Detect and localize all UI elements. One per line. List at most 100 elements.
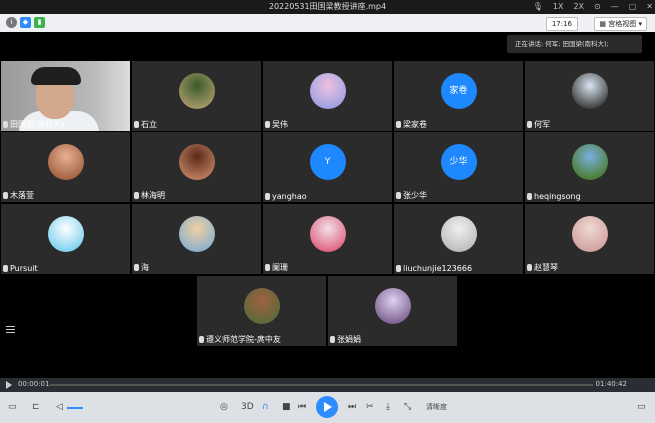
fullscreen-icon[interactable]: ▭ <box>637 401 646 413</box>
participant-name: yanghao <box>265 192 307 201</box>
mic-icon <box>265 121 270 128</box>
participant-tile[interactable]: Yyanghao <box>263 132 392 202</box>
meeting-topbar: i ◆ ▮ 17:16 ▦ 宫格视图 ▾ <box>0 14 655 32</box>
participant-name: 石立 <box>134 119 157 130</box>
participant-name-text: 张少华 <box>403 191 427 200</box>
participant-tile[interactable]: heqingsong <box>525 132 654 202</box>
participant-name-text: 田国梁(南科大) <box>10 120 65 129</box>
mic-icon <box>3 121 8 128</box>
participant-avatar <box>571 216 608 252</box>
chevron-down-icon: ▾ <box>638 20 642 28</box>
mic-icon <box>3 265 8 272</box>
info-icon[interactable]: i <box>6 17 17 28</box>
participant-name-text: 遵义师范学院-庹中友 <box>206 335 281 344</box>
volume-slider[interactable] <box>67 407 83 409</box>
download-icon[interactable]: ⤓ <box>386 401 390 413</box>
participant-tile[interactable]: 石立 <box>132 61 261 131</box>
meeting-timer: 17:16 <box>545 17 578 31</box>
participant-tile[interactable]: 遵义师范学院-庹中友 <box>197 276 326 346</box>
quality-label[interactable]: 清晰度 <box>426 401 447 413</box>
participant-tile[interactable]: 吴伟 <box>263 61 392 131</box>
participant-tile[interactable]: 田国梁(南科大) <box>1 61 130 131</box>
participant-avatar: 少华 <box>440 144 477 180</box>
mic-icon <box>199 336 204 343</box>
participant-name-text: 梁家卷 <box>403 120 427 129</box>
mic-icon <box>134 192 139 199</box>
total-time: 01:40:42 <box>595 380 627 388</box>
participant-tile[interactable]: liuchunjie123666 <box>394 204 523 274</box>
speaking-indicator: 正在讲话: 何军; 田国梁(南科大); <box>507 35 642 53</box>
menu-icon[interactable] <box>6 326 15 333</box>
next-icon[interactable]: ⏭ <box>348 401 356 413</box>
participant-tile[interactable]: 海 <box>132 204 261 274</box>
participant-avatar <box>47 216 84 252</box>
participant-avatar: 家卷 <box>440 73 477 109</box>
current-time: 00:00:01 <box>18 380 50 388</box>
participant-name: 张少华 <box>396 190 427 201</box>
participant-tile[interactable]: 木落萱 <box>1 132 130 202</box>
participant-avatar <box>309 73 346 109</box>
play-icon <box>324 402 332 412</box>
view-mode-dropdown[interactable]: ▦ 宫格视图 ▾ <box>594 17 647 31</box>
participant-avatar: Y <box>309 144 346 180</box>
participant-tile[interactable]: 林海明 <box>132 132 261 202</box>
headphone-icon[interactable]: ∩ <box>262 401 269 413</box>
eye-icon[interactable]: ◎ <box>220 401 228 413</box>
3d-icon[interactable]: 3D <box>241 401 254 413</box>
speed-1x[interactable]: 1X <box>553 0 564 14</box>
speed-2x[interactable]: 2X <box>573 0 584 14</box>
play-button[interactable] <box>316 396 338 418</box>
participant-avatar <box>374 288 411 324</box>
participant-tile[interactable]: Pursuit <box>1 204 130 274</box>
participant-tile[interactable]: 何军 <box>525 61 654 131</box>
participant-name-text: 阑珊 <box>272 263 288 272</box>
participant-avatar <box>178 144 215 180</box>
mic-icon[interactable]: 🎙 <box>533 0 543 14</box>
folder-icon[interactable]: ▭ <box>8 401 17 413</box>
participant-name-text: 张娟娟 <box>337 335 361 344</box>
participant-name-text: 海 <box>141 263 149 272</box>
maximize-icon[interactable]: ▢ <box>629 0 637 14</box>
participant-name: 海 <box>134 262 149 273</box>
participant-name-text: liuchunjie123666 <box>403 264 473 273</box>
cut-icon[interactable]: ✂ <box>366 401 374 413</box>
title-controls: 🎙 1X 2X ⊙ — ▢ ✕ <box>533 0 653 14</box>
participant-name-text: 赵慧琴 <box>534 263 558 272</box>
participant-avatar <box>178 216 215 252</box>
close-icon[interactable]: ✕ <box>646 0 653 14</box>
participant-tile[interactable]: 张娟娟 <box>328 276 457 346</box>
participant-tile[interactable]: 少华张少华 <box>394 132 523 202</box>
volume-icon[interactable]: ◁ <box>56 401 63 413</box>
open-file-icon[interactable]: ⊏ <box>32 401 40 413</box>
participant-avatar <box>571 73 608 109</box>
participant-name-text: 林海明 <box>141 191 165 200</box>
play-small-icon[interactable] <box>6 381 12 389</box>
seek-bar[interactable] <box>50 384 593 386</box>
participant-tile[interactable]: 家卷梁家卷 <box>394 61 523 131</box>
participant-name-text: 何军 <box>534 120 550 129</box>
participant-name: 阑珊 <box>265 262 288 273</box>
participant-tile[interactable]: 赵慧琴 <box>525 204 654 274</box>
mic-icon <box>134 121 139 128</box>
shield-icon[interactable]: ◆ <box>20 17 31 28</box>
participant-tile[interactable]: 阑珊 <box>263 204 392 274</box>
pin-icon[interactable]: ⊙ <box>594 0 601 14</box>
participant-name: 张娟娟 <box>330 334 361 345</box>
mic-icon <box>527 193 532 200</box>
title-bar: 20220531田国梁教授讲座.mp4 🎙 1X 2X ⊙ — ▢ ✕ <box>0 0 655 14</box>
shrink-icon[interactable]: ⤡ <box>404 401 411 413</box>
participant-name: heqingsong <box>527 192 581 201</box>
mic-icon <box>527 264 532 271</box>
stop-icon[interactable]: ■ <box>282 401 291 413</box>
prev-icon[interactable]: ⏮ <box>298 401 306 413</box>
grid-icon: ▦ <box>599 20 607 28</box>
participant-name: 何军 <box>527 119 550 130</box>
mic-icon <box>265 264 270 271</box>
mic-icon <box>396 192 401 199</box>
participant-avatar <box>178 73 215 109</box>
mic-icon <box>330 336 335 343</box>
participant-avatar <box>309 216 346 252</box>
minimize-icon[interactable]: — <box>611 0 619 14</box>
mic-icon <box>527 121 532 128</box>
signal-icon[interactable]: ▮ <box>34 17 45 28</box>
